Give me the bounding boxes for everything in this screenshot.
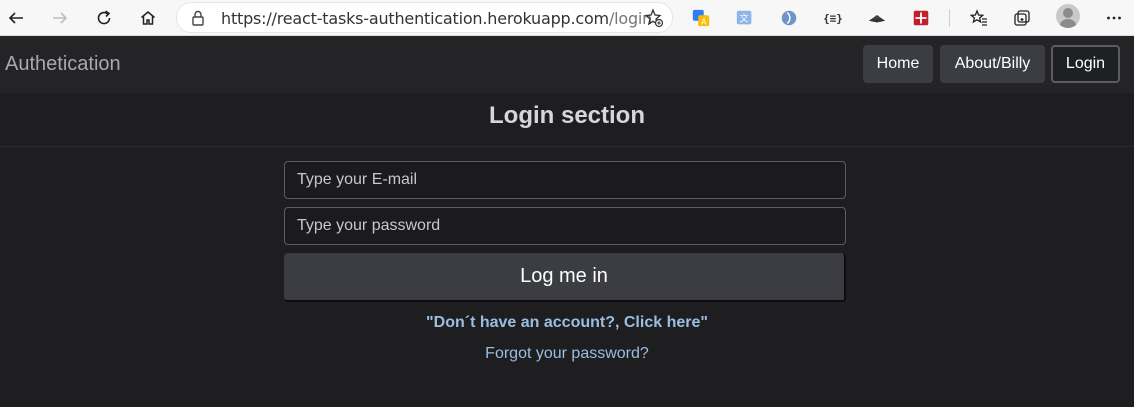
forgot-password-link[interactable]: Forgot your password?	[0, 345, 1134, 363]
page-title: Login section	[489, 102, 645, 129]
json-ext-label: {≡}	[823, 11, 843, 25]
login-page: Login section Log me in "Don´t have an a…	[0, 93, 1134, 407]
brand-title[interactable]: Authetication	[5, 53, 121, 76]
profile-avatar-icon[interactable]	[1056, 4, 1080, 28]
reload-icon[interactable]	[91, 5, 117, 31]
browser-toolbar: https://react-tasks-authentication.herok…	[0, 0, 1134, 36]
extension-json-icon[interactable]: {≡}	[822, 7, 844, 29]
toolbar-separator	[949, 9, 950, 27]
more-menu-icon[interactable]	[1101, 5, 1127, 31]
back-arrow-icon[interactable]	[3, 5, 29, 31]
avatar-head	[1063, 8, 1073, 18]
nav-about-button[interactable]: About/Billy	[940, 45, 1045, 83]
app-navbar: Authetication Home About/Billy Login	[0, 36, 1134, 93]
home-icon[interactable]	[135, 5, 161, 31]
email-field[interactable]	[284, 161, 846, 199]
collections-icon[interactable]	[1009, 5, 1035, 31]
title-bar: Login section	[0, 93, 1134, 147]
nav-login-button[interactable]: Login	[1051, 45, 1120, 83]
extension-globe-icon[interactable]	[778, 7, 800, 29]
url-text: https://react-tasks-authentication.herok…	[221, 9, 652, 28]
avatar-body	[1059, 19, 1077, 28]
url-host: https://react-tasks-authentication.herok…	[221, 9, 609, 28]
extension-cap-icon[interactable]	[866, 7, 888, 29]
svg-text:文: 文	[740, 13, 749, 25]
lock-icon[interactable]	[190, 9, 206, 27]
nav-home-button[interactable]: Home	[863, 45, 933, 83]
login-submit-button[interactable]: Log me in	[284, 253, 846, 302]
favorites-icon[interactable]	[966, 5, 992, 31]
extension-translate-icon[interactable]: A	[690, 7, 712, 29]
password-field[interactable]	[284, 207, 846, 245]
svg-text:A: A	[701, 16, 707, 26]
extension-gift-icon[interactable]	[910, 7, 932, 29]
favorite-add-icon[interactable]	[644, 8, 664, 28]
address-bar[interactable]: https://react-tasks-authentication.herok…	[176, 2, 673, 33]
extension-translate2-icon[interactable]: 文	[734, 7, 756, 29]
forward-arrow-icon[interactable]	[47, 5, 73, 31]
signup-link[interactable]: "Don´t have an account?, Click here"	[0, 314, 1134, 332]
